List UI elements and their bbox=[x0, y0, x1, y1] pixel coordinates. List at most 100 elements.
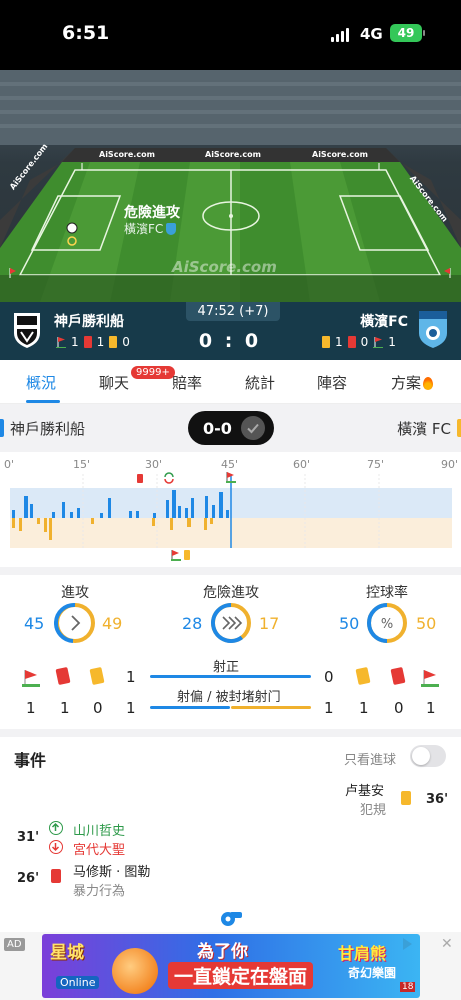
whistle-icon bbox=[221, 912, 242, 926]
pitch-watermark: AiScore.com bbox=[172, 258, 277, 276]
event-detail: 犯規 bbox=[360, 803, 387, 818]
player-out: 宮代大聖 bbox=[73, 843, 126, 858]
shots-off-label: 射偏 / 被封堵射门 bbox=[177, 690, 281, 705]
home-corners-count: 1 bbox=[26, 699, 36, 717]
away-corners: 1 bbox=[388, 335, 396, 349]
event-label: 危險進攻 bbox=[124, 205, 180, 221]
corner-flag-icon bbox=[56, 337, 66, 348]
summary-score: 0-0 bbox=[203, 419, 232, 438]
away-yellow-count: 1 bbox=[359, 699, 369, 717]
player-in: 山川哲史 bbox=[73, 824, 126, 839]
shots-off-away-bar bbox=[231, 706, 311, 709]
away-crest-icon bbox=[419, 311, 447, 348]
momentum-timeline[interactable]: 0' 15' 30' 45' 60' 75' 90' bbox=[0, 452, 461, 567]
adchoices-icon[interactable] bbox=[403, 938, 412, 950]
ad-headline-1: 為了你 bbox=[197, 942, 248, 962]
home-red-count: 1 bbox=[60, 699, 70, 717]
section-divider bbox=[0, 729, 461, 737]
red-card-icon bbox=[390, 666, 406, 686]
home-yellow-cards: 0 bbox=[122, 335, 130, 349]
home-corners: 1 bbox=[71, 335, 79, 349]
team-shield-icon bbox=[166, 222, 177, 235]
signal-icon bbox=[331, 28, 349, 42]
score-pill[interactable]: 0-0 bbox=[188, 411, 274, 445]
yellow-card-icon bbox=[109, 336, 118, 348]
sub-out-icon bbox=[49, 840, 63, 854]
yellow-card-icon bbox=[355, 666, 371, 686]
home-incidents: 1 1 0 bbox=[56, 335, 130, 349]
tab-odds[interactable]: 賠率 bbox=[172, 372, 202, 393]
live-pitch[interactable]: AiScore.com AiScore.com AiScore.com AiSc… bbox=[0, 70, 461, 302]
yellow-card-icon bbox=[89, 666, 105, 686]
shots-on-home: 1 bbox=[126, 668, 136, 686]
home-yellow-count: 0 bbox=[93, 699, 103, 717]
sub-in-icon bbox=[49, 821, 63, 835]
shots-on-target-bar bbox=[150, 675, 311, 678]
status-bar: 6:51 4G 49 bbox=[0, 0, 461, 70]
corner-flag-icon bbox=[22, 670, 40, 687]
home-red-cards: 1 bbox=[96, 335, 105, 349]
event-minute: 26' bbox=[17, 871, 40, 886]
board-text-left: AiScore.com bbox=[99, 150, 155, 159]
battery-icon: 49 bbox=[390, 24, 422, 42]
red-card-icon bbox=[51, 869, 61, 883]
attack-label: 進攻 bbox=[61, 585, 89, 601]
board-text-right: AiScore.com bbox=[312, 150, 368, 159]
event-minute: 36' bbox=[426, 792, 449, 807]
tab-plans-label: 方案 bbox=[391, 374, 422, 392]
attack-away: 49 bbox=[102, 614, 123, 633]
dangerous-attack-away: 17 bbox=[259, 614, 280, 633]
shots-off-home: 1 bbox=[126, 699, 136, 717]
event-player: 卢基安 bbox=[345, 784, 385, 799]
age-rating: 18 bbox=[400, 982, 416, 992]
fire-icon bbox=[423, 377, 434, 390]
network-type: 4G bbox=[360, 25, 383, 43]
section-divider bbox=[0, 567, 461, 575]
away-team-name[interactable]: 橫濱FC bbox=[352, 311, 408, 331]
corner-flag-icon bbox=[421, 670, 439, 687]
ad-banner-area[interactable]: AD 星城 Online 為了你 一直鎖定在盤面 甘肩熊 奇幻樂園 18 ✕ bbox=[0, 932, 461, 1000]
tab-plans[interactable]: 方案 bbox=[391, 372, 434, 393]
status-time: 6:51 bbox=[62, 22, 110, 44]
possession-label: 控球率 bbox=[366, 585, 408, 601]
possession-ring: % bbox=[367, 603, 407, 643]
event-team: 橫濱FC bbox=[124, 220, 177, 237]
close-icon[interactable]: ✕ bbox=[441, 936, 453, 952]
home-crest-icon bbox=[14, 313, 40, 348]
mascot-bear-icon bbox=[112, 948, 158, 994]
chat-badge: 9999+ bbox=[131, 366, 175, 379]
possession-away: 50 bbox=[416, 614, 437, 633]
shots-off-away: 1 bbox=[324, 699, 334, 717]
ad-promo-1: 甘肩熊 bbox=[338, 944, 387, 963]
home-team-name[interactable]: 神戶勝利船 bbox=[54, 311, 124, 331]
tab-lineup[interactable]: 陣容 bbox=[317, 372, 347, 393]
event-player: 马修斯 · 图勒 bbox=[73, 865, 151, 880]
tab-chat[interactable]: 聊天 bbox=[99, 372, 129, 393]
event-detail: 暴力行為 bbox=[73, 884, 126, 899]
events-title: 事件 bbox=[14, 751, 47, 770]
shots-on-away: 0 bbox=[324, 668, 334, 686]
momentum-chart bbox=[10, 472, 452, 561]
goals-only-toggle[interactable] bbox=[410, 745, 446, 767]
match-clock: 47:52 (+7) bbox=[186, 302, 280, 321]
tab-overview[interactable]: 概況 bbox=[26, 372, 56, 393]
svg-text:%: % bbox=[381, 617, 393, 632]
dangerous-attack-label: 危險進攻 bbox=[203, 585, 259, 601]
active-tab-indicator bbox=[26, 400, 60, 403]
attack-ring bbox=[54, 602, 95, 643]
toggle-knob bbox=[412, 747, 430, 765]
red-card-icon bbox=[347, 336, 356, 348]
board-text-center: AiScore.com bbox=[205, 150, 261, 159]
possession-home: 50 bbox=[339, 614, 360, 633]
ad-brand-sub: Online bbox=[56, 976, 100, 989]
scoreboard: 神戶勝利船 47:52 (+7) 0 : 0 橫濱FC 1 1 0 1 0 1 bbox=[0, 302, 461, 360]
away-corners-count: 1 bbox=[426, 699, 436, 717]
ad-tag: AD bbox=[4, 938, 25, 951]
away-yellow-cards: 1 bbox=[335, 335, 343, 349]
attack-home: 45 bbox=[24, 614, 45, 633]
tab-stats[interactable]: 統計 bbox=[245, 372, 275, 393]
corner-flag-icon bbox=[373, 337, 384, 348]
away-incidents: 1 0 1 bbox=[322, 335, 396, 349]
event-team-name: 橫濱FC bbox=[124, 222, 164, 236]
ad-banner[interactable]: 星城 Online 為了你 一直鎖定在盤面 甘肩熊 奇幻樂園 bbox=[42, 934, 420, 998]
